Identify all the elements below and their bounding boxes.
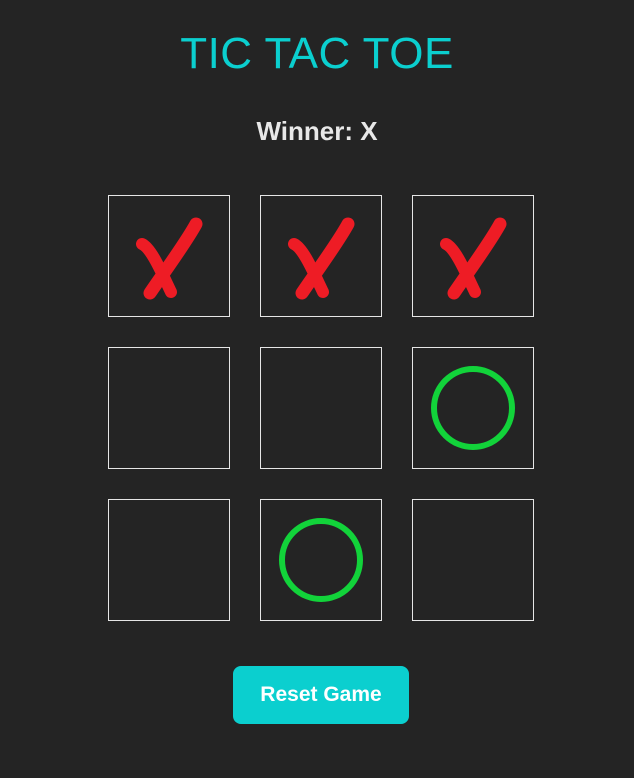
board-cell-6[interactable] <box>412 347 534 469</box>
board-cell-5[interactable] <box>260 347 382 469</box>
board-cell-1[interactable] <box>108 195 230 317</box>
o-mark-icon <box>431 366 515 450</box>
x-mark-icon <box>288 217 355 300</box>
winner-status: Winner: X <box>256 116 378 146</box>
page-title: TIC TAC TOE <box>180 29 454 78</box>
board-cell-9[interactable] <box>412 499 534 621</box>
o-mark-icon <box>279 518 363 602</box>
board-cell-8[interactable] <box>260 499 382 621</box>
game-container: TIC TAC TOE Winner: X Reset Game <box>0 0 634 778</box>
board-cell-4[interactable] <box>108 347 230 469</box>
board-cell-7[interactable] <box>108 499 230 621</box>
x-mark-icon <box>440 217 507 300</box>
reset-game-button[interactable]: Reset Game <box>233 666 409 724</box>
board-cell-3[interactable] <box>412 195 534 317</box>
board-cell-2[interactable] <box>260 195 382 317</box>
game-board <box>108 195 534 621</box>
x-mark-icon <box>136 217 203 300</box>
